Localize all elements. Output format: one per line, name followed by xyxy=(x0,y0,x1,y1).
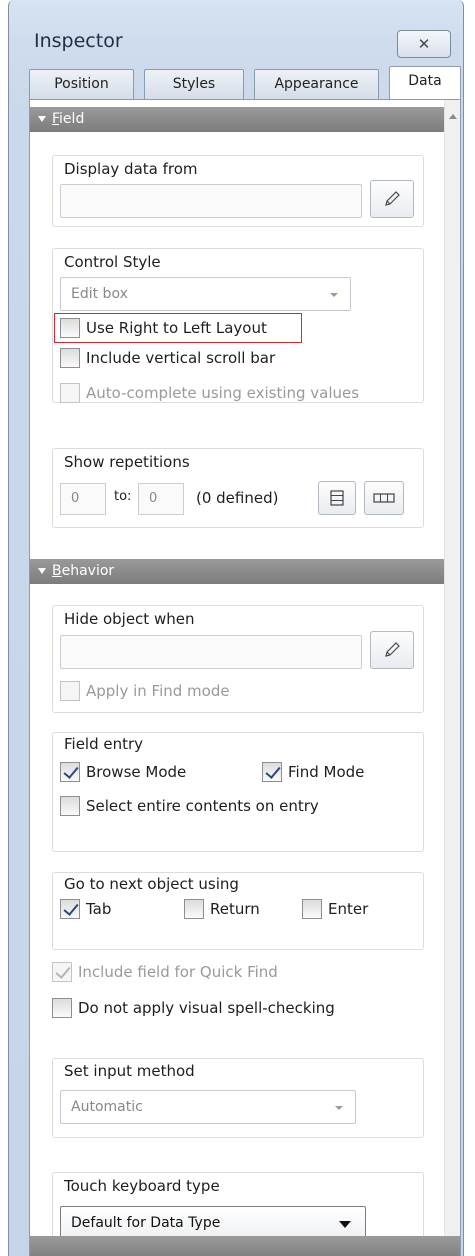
tab-appearance[interactable]: Appearance xyxy=(254,69,379,99)
spell-check-checkbox[interactable]: Do not apply visual spell-checking xyxy=(52,998,335,1018)
collapse-triangle-icon xyxy=(38,116,46,122)
enter-key-label: Enter xyxy=(328,900,369,918)
apply-in-find-mode-label: Apply in Find mode xyxy=(86,682,230,700)
control-style-value: Edit box xyxy=(71,286,128,302)
repetitions-to-field[interactable]: 0 xyxy=(138,483,184,515)
touch-keyboard-dropdown[interactable]: Default for Data Type xyxy=(60,1206,366,1240)
go-to-next-label: Go to next object using xyxy=(64,875,243,893)
use-right-to-left-checkbox[interactable]: Use Right to Left Layout xyxy=(60,318,267,338)
horizontal-orientation-button[interactable] xyxy=(364,481,404,515)
checkbox-box xyxy=(52,962,72,982)
checkbox-box[interactable] xyxy=(184,899,204,919)
chevron-down-icon xyxy=(330,293,338,297)
hide-object-field[interactable] xyxy=(60,635,362,669)
display-data-edit-button[interactable] xyxy=(370,180,414,218)
data-panel: Field Display data from Control Style Ed… xyxy=(29,99,461,1256)
pencil-icon xyxy=(385,191,400,206)
vertical-repetitions-icon xyxy=(330,490,344,506)
auto-complete-label: Auto-complete using existing values xyxy=(86,384,360,402)
section-header-behavior-label: ehavior xyxy=(61,563,115,579)
control-style-label: Control Style xyxy=(64,253,165,271)
horizontal-repetitions-icon xyxy=(373,493,395,503)
checkbox-box[interactable] xyxy=(262,762,282,782)
include-quick-find-label: Include field for Quick Find xyxy=(78,963,278,981)
select-entire-contents-label: Select entire contents on entry xyxy=(86,797,319,815)
include-quick-find-checkbox: Include field for Quick Find xyxy=(52,962,278,982)
pencil-icon xyxy=(385,642,400,657)
control-style-dropdown[interactable]: Edit box xyxy=(60,277,351,311)
checkbox-box[interactable] xyxy=(60,762,80,782)
repetitions-from-field[interactable]: 0 xyxy=(60,483,106,515)
checkbox-box xyxy=(60,383,80,403)
section-header-behavior[interactable]: Behavior xyxy=(30,559,444,584)
find-mode-label: Find Mode xyxy=(288,763,365,781)
vertical-orientation-button[interactable] xyxy=(318,481,356,515)
spell-check-label: Do not apply visual spell-checking xyxy=(78,999,335,1017)
apply-in-find-mode-checkbox: Apply in Find mode xyxy=(60,681,230,701)
browse-mode-checkbox[interactable]: Browse Mode xyxy=(60,762,186,782)
checkbox-box[interactable] xyxy=(302,899,322,919)
tab-bar: Position Styles Appearance Data xyxy=(29,66,461,99)
close-button[interactable]: ✕ xyxy=(397,30,451,58)
input-method-value: Automatic xyxy=(71,1099,143,1115)
tab-styles[interactable]: Styles xyxy=(144,69,244,99)
input-method-dropdown[interactable]: Automatic xyxy=(60,1090,356,1124)
close-icon: ✕ xyxy=(417,35,431,53)
field-entry-label: Field entry xyxy=(64,735,148,753)
vertical-scrollbar[interactable] xyxy=(444,100,460,1256)
repetitions-to-label: to: xyxy=(114,489,132,504)
section-header-field-label: ield xyxy=(59,111,85,127)
select-entire-contents-checkbox[interactable]: Select entire contents on entry xyxy=(60,796,319,816)
chevron-down-icon xyxy=(339,1221,351,1228)
enter-key-checkbox[interactable]: Enter xyxy=(302,899,368,919)
section-header-behavior-mnemonic: B xyxy=(52,563,62,579)
tab-data[interactable]: Data xyxy=(389,66,461,99)
hide-object-edit-button[interactable] xyxy=(370,631,414,669)
collapse-triangle-icon xyxy=(38,568,46,574)
display-data-field[interactable] xyxy=(60,184,362,218)
find-mode-checkbox[interactable]: Find Mode xyxy=(262,762,364,782)
use-right-to-left-label: Use Right to Left Layout xyxy=(86,319,267,337)
window-title: Inspector xyxy=(34,30,123,52)
input-method-label: Set input method xyxy=(64,1062,199,1080)
touch-keyboard-label: Touch keyboard type xyxy=(64,1177,224,1195)
browse-mode-label: Browse Mode xyxy=(86,763,187,781)
repetitions-defined-text: (0 defined) xyxy=(196,489,279,507)
tab-position[interactable]: Position xyxy=(29,69,134,99)
touch-keyboard-value: Default for Data Type xyxy=(71,1215,221,1231)
checkbox-box[interactable] xyxy=(60,348,80,368)
chevron-down-icon xyxy=(335,1106,343,1110)
checkbox-box[interactable] xyxy=(60,899,80,919)
hide-object-label: Hide object when xyxy=(64,610,199,628)
return-key-checkbox[interactable]: Return xyxy=(184,899,260,919)
tab-key-label: Tab xyxy=(86,900,112,918)
section-header-field[interactable]: Field xyxy=(30,107,444,132)
return-key-label: Return xyxy=(210,900,260,918)
checkbox-box[interactable] xyxy=(60,796,80,816)
display-data-label: Display data from xyxy=(64,160,202,178)
scroll-up-arrow-icon[interactable] xyxy=(449,114,457,119)
tab-key-checkbox[interactable]: Tab xyxy=(60,899,111,919)
section-header-field-mnemonic: F xyxy=(52,111,60,127)
checkbox-box xyxy=(60,681,80,701)
checkbox-box[interactable] xyxy=(52,998,72,1018)
checkbox-box[interactable] xyxy=(60,318,80,338)
inspector-window: Inspector ✕ Position Styles Appearance D… xyxy=(8,0,464,1256)
vertical-scroll-bar-checkbox[interactable]: Include vertical scroll bar xyxy=(60,348,275,368)
section-header-next[interactable] xyxy=(30,1236,460,1256)
vertical-scroll-bar-label: Include vertical scroll bar xyxy=(86,349,276,367)
auto-complete-checkbox: Auto-complete using existing values xyxy=(60,383,359,403)
show-repetitions-label: Show repetitions xyxy=(64,453,194,471)
